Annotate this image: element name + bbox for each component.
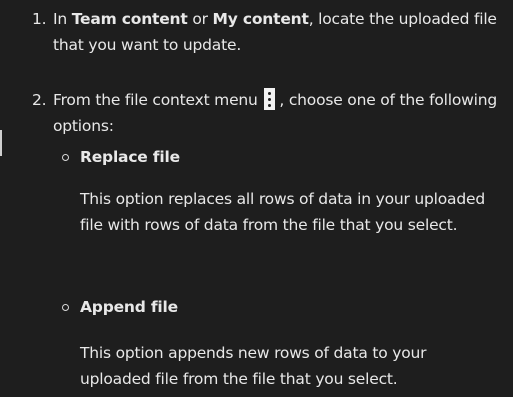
my-content-term: My content [212, 10, 309, 28]
option-title: Append file [80, 298, 178, 316]
step-1-text: In Team content or My content, locate th… [53, 10, 497, 54]
bullet-icon [62, 304, 69, 311]
step-1: 1. In Team content or My content, locate… [32, 6, 502, 58]
step-2: 2. From the file context menu , choose o… [32, 87, 502, 139]
edge-marker [0, 130, 2, 156]
step-number: 2. [32, 91, 47, 109]
team-content-term: Team content [71, 10, 188, 28]
bullet-icon [62, 154, 69, 161]
option-append-file: Append file [62, 294, 492, 320]
option-replace-file: Replace file [62, 144, 492, 170]
step-2-text: From the file context menu , choose one … [53, 87, 502, 139]
option-description: This option appends new rows of data to … [80, 344, 427, 388]
option-description: This option replaces all rows of data in… [80, 190, 485, 234]
step-number: 1. [32, 10, 47, 28]
option-title: Replace file [80, 148, 180, 166]
overflow-menu-vertical-icon [264, 88, 276, 110]
document-page: { "step1": { "number": "1.", "text_a": "… [0, 0, 513, 397]
